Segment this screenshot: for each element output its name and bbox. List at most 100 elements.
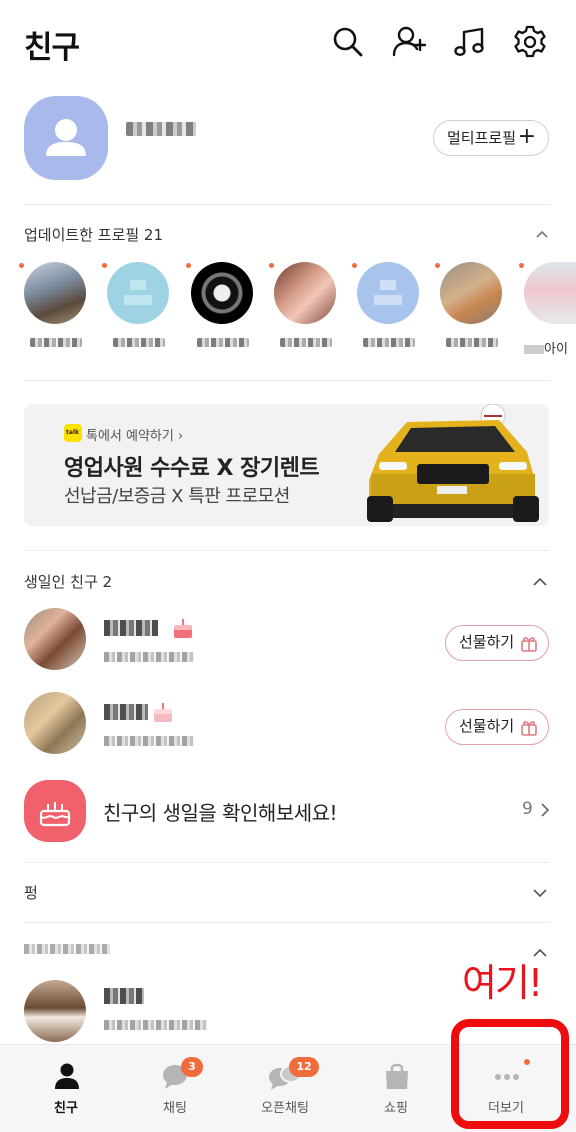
updated-profile-item[interactable] bbox=[19, 262, 88, 347]
chevron-down-icon[interactable] bbox=[533, 886, 547, 900]
person-icon bbox=[55, 1063, 79, 1089]
default-person-icon bbox=[124, 280, 152, 305]
collapse-icon[interactable] bbox=[535, 228, 549, 242]
avatar bbox=[24, 262, 86, 324]
update-dot bbox=[102, 263, 107, 268]
friend-status-blurred bbox=[104, 652, 194, 662]
tab-label: 친구 bbox=[54, 1101, 78, 1116]
update-dot bbox=[519, 263, 524, 268]
ad-title: 영업사원 수수료 X 장기렌트 bbox=[64, 456, 320, 481]
updated-profile-item[interactable] bbox=[352, 262, 421, 347]
default-person-icon bbox=[46, 119, 86, 156]
avatar bbox=[107, 262, 169, 324]
talk-badge-icon: talk bbox=[64, 424, 82, 442]
avatar bbox=[24, 608, 86, 670]
friend-name-blurred bbox=[104, 988, 144, 1004]
tab-open-chat[interactable]: 12 오픈채팅 bbox=[235, 1045, 335, 1132]
update-dot bbox=[186, 263, 191, 268]
avatar bbox=[440, 262, 502, 324]
avatar[interactable] bbox=[24, 980, 86, 1042]
highlight-annotation-box bbox=[451, 1019, 569, 1129]
multi-profile-label: 멀티프로필 bbox=[447, 129, 517, 147]
add-friend-icon[interactable] bbox=[391, 24, 427, 60]
updated-profile-item[interactable] bbox=[269, 262, 338, 347]
profile-name-partial: 아이 bbox=[524, 338, 576, 357]
birthday-cake-icon bbox=[24, 780, 86, 842]
cake-icon bbox=[154, 703, 172, 722]
car-image bbox=[367, 404, 539, 522]
cake-icon bbox=[174, 619, 192, 638]
section-title-blurred bbox=[24, 944, 110, 954]
profile-name-blurred bbox=[113, 338, 165, 347]
updated-profile-item[interactable] bbox=[186, 262, 255, 347]
my-name-blurred bbox=[126, 122, 196, 136]
ad-banner[interactable]: talk 톡에서 예약하기 › 영업사원 수수료 X 장기렌트 선납금/보증금 … bbox=[24, 404, 549, 526]
avatar bbox=[357, 262, 419, 324]
profile-name-blurred bbox=[446, 338, 498, 347]
gift-button[interactable]: 선물하기 bbox=[445, 625, 549, 661]
tab-label: 쇼핑 bbox=[384, 1101, 408, 1116]
updated-profile-item[interactable] bbox=[435, 262, 504, 347]
tab-chat[interactable]: 3 채팅 bbox=[125, 1045, 225, 1132]
updated-profiles-list: 아이 bbox=[0, 262, 576, 362]
default-person-icon bbox=[374, 280, 402, 305]
update-dot bbox=[435, 263, 440, 268]
avatar bbox=[24, 692, 86, 754]
friend-name-blurred bbox=[104, 704, 148, 720]
my-avatar[interactable] bbox=[24, 96, 108, 180]
update-dot bbox=[19, 263, 24, 268]
updated-profile-item[interactable]: 아이 bbox=[519, 262, 576, 357]
tab-label: 채팅 bbox=[163, 1101, 187, 1116]
birthday-friend-row[interactable]: 선물하기 bbox=[0, 608, 576, 678]
profile-name-blurred bbox=[197, 338, 249, 347]
updated-profile-item[interactable] bbox=[102, 262, 171, 347]
divider bbox=[24, 550, 550, 551]
birthday-friend-row[interactable]: 선물하기 bbox=[0, 692, 576, 762]
tab-label: 오픈채팅 bbox=[261, 1101, 309, 1116]
settings-icon[interactable] bbox=[512, 24, 548, 60]
avatar bbox=[274, 262, 336, 324]
divider bbox=[24, 922, 550, 923]
friend-name-blurred bbox=[104, 620, 158, 636]
updated-profiles-title: 업데이트한 프로필 21 bbox=[24, 226, 164, 244]
chevron-right-icon bbox=[541, 803, 550, 817]
profile-name-blurred bbox=[524, 345, 544, 354]
music-icon[interactable] bbox=[452, 24, 488, 60]
profile-name-blurred bbox=[280, 338, 332, 347]
multi-profile-button[interactable]: 멀티프로필 + bbox=[433, 120, 549, 156]
unread-badge: 12 bbox=[289, 1057, 319, 1077]
plus-icon: + bbox=[517, 124, 536, 149]
gift-icon bbox=[521, 721, 537, 736]
friend-status-blurred bbox=[104, 1020, 208, 1030]
birthday-check-label: 친구의 생일을 확인해보세요! bbox=[103, 801, 338, 825]
divider bbox=[24, 862, 550, 863]
unread-badge: 3 bbox=[181, 1057, 203, 1077]
pyeong-section-title: 펑 bbox=[24, 884, 38, 902]
annotation-text: 여기! bbox=[462, 961, 543, 1005]
my-profile[interactable]: 멀티프로필 + bbox=[0, 96, 576, 196]
birthday-section-title: 생일인 친구 2 bbox=[24, 573, 113, 591]
page-title: 친구 bbox=[24, 30, 80, 66]
update-dot bbox=[352, 263, 357, 268]
avatar bbox=[191, 262, 253, 324]
birthday-check-row[interactable]: 친구의 생일을 확인해보세요! 9 bbox=[0, 780, 576, 850]
ad-subtitle: 선납금/보증금 X 특판 프로모션 bbox=[64, 486, 290, 507]
avatar bbox=[524, 262, 576, 324]
friend-status-blurred bbox=[104, 736, 194, 746]
birthday-count: 9 bbox=[522, 799, 533, 819]
gift-button-label: 선물하기 bbox=[459, 717, 515, 735]
search-icon[interactable] bbox=[330, 24, 366, 60]
app-header: 친구 bbox=[0, 0, 576, 88]
gift-icon bbox=[521, 637, 537, 652]
tab-friends[interactable]: 친구 bbox=[16, 1045, 116, 1132]
profile-name-blurred bbox=[363, 338, 415, 347]
shopping-bag-icon bbox=[386, 1063, 408, 1089]
profile-name-blurred bbox=[30, 338, 82, 347]
update-dot bbox=[269, 263, 274, 268]
gift-button-label: 선물하기 bbox=[459, 633, 515, 651]
chevron-up-icon[interactable] bbox=[533, 575, 547, 589]
ad-small-label: 톡에서 예약하기 › bbox=[86, 429, 184, 444]
gift-button[interactable]: 선물하기 bbox=[445, 709, 549, 745]
tab-shopping[interactable]: 쇼핑 bbox=[346, 1045, 446, 1132]
divider bbox=[24, 204, 550, 205]
